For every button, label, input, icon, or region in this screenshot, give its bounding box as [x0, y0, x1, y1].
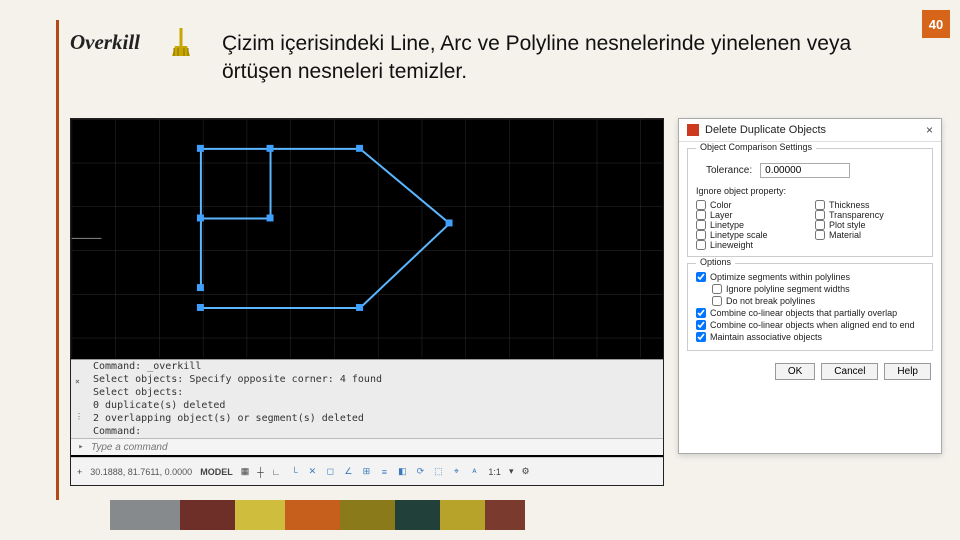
section-legend: Options	[696, 257, 735, 267]
chk-linetype[interactable]: Linetype	[696, 220, 805, 230]
status-bar: + 30.1888, 81.7611, 0.0000 MODEL ▦ ┼ ∟ └…	[71, 457, 663, 485]
polar-icon[interactable]: ✕	[306, 466, 318, 478]
dialog-title: Delete Duplicate Objects	[705, 124, 826, 136]
page-number-badge: 40	[922, 10, 950, 38]
chk-plotstyle[interactable]: Plot style	[815, 220, 924, 230]
cycle-icon[interactable]: ⟳	[414, 466, 426, 478]
cmd-line: Command: _overkill	[87, 360, 663, 373]
command-input[interactable]	[91, 442, 659, 453]
options-section: Options Optimize segments within polylin…	[687, 263, 933, 351]
option-ignore-polyline-segment-[interactable]: Ignore polyline segment widths	[712, 284, 924, 294]
title-row: Overkill Çizim içerisindeki Line, Arc ve…	[70, 30, 900, 87]
strip-swatch	[235, 500, 285, 530]
close-icon[interactable]: ×	[75, 377, 85, 386]
ignore-grid: Color Layer Linetype Linetype scale Line…	[696, 200, 924, 250]
tolerance-input[interactable]	[760, 163, 850, 178]
cmd-line: Command:	[87, 425, 663, 438]
color-strip	[110, 500, 525, 530]
scale-indicator[interactable]: 1:1	[488, 467, 501, 477]
section-legend: Object Comparison Settings	[696, 142, 816, 152]
option-maintain-associative-obj[interactable]: Maintain associative objects	[696, 332, 924, 342]
accent-vertical-line	[56, 20, 59, 500]
space-indicator[interactable]: MODEL	[200, 467, 233, 477]
dialog-titlebar[interactable]: Delete Duplicate Objects ×	[679, 119, 941, 142]
help-button[interactable]: Help	[884, 363, 931, 380]
cmd-line: 2 overlapping object(s) or segment(s) de…	[87, 412, 663, 425]
annotation-icon[interactable]: ᴬ	[468, 466, 480, 478]
command-chevron-icon: ▸	[75, 441, 87, 453]
dialog-buttons: OK Cancel Help	[679, 357, 941, 386]
cmd-line: Select objects: Specify opposite corner:…	[87, 373, 663, 386]
tolerance-label: Tolerance:	[706, 165, 752, 176]
command-input-row[interactable]: ▸	[71, 438, 663, 455]
chk-material[interactable]: Material	[815, 230, 924, 240]
strip-swatch	[395, 500, 440, 530]
close-icon[interactable]: ×	[926, 123, 933, 137]
delete-duplicates-dialog: Delete Duplicate Objects × Object Compar…	[678, 118, 942, 454]
chk-lineweight[interactable]: Lineweight	[696, 240, 805, 250]
3d-icon[interactable]: ⬚	[432, 466, 444, 478]
transparency-icon[interactable]: ◧	[396, 466, 408, 478]
cmd-line: 0 duplicate(s) deleted	[87, 399, 663, 412]
cmd-line: Select objects:	[87, 386, 663, 399]
grid-toggle-icon[interactable]: ▦	[241, 466, 250, 477]
chk-color[interactable]: Color	[696, 200, 805, 210]
chk-transparency[interactable]: Transparency	[815, 210, 924, 220]
strip-swatch	[180, 500, 235, 530]
snap-toggle-icon[interactable]: ∟	[272, 467, 281, 477]
comparison-section: Object Comparison Settings Tolerance: Ig…	[687, 148, 933, 257]
layout-tab-plus[interactable]: +	[77, 467, 82, 477]
lock-icon[interactable]: ⌖	[450, 466, 462, 478]
osnap-icon[interactable]: ◻	[324, 466, 336, 478]
strip-swatch	[340, 500, 395, 530]
option-do-not-break-polylines[interactable]: Do not break polylines	[712, 296, 924, 306]
chk-layer[interactable]: Layer	[696, 210, 805, 220]
cancel-button[interactable]: Cancel	[821, 363, 878, 380]
chk-thickness[interactable]: Thickness	[815, 200, 924, 210]
status-icons: └ ✕ ◻ ∠ ⊞ ≡ ◧ ⟳ ⬚ ⌖ ᴬ	[288, 466, 480, 478]
ignore-label: Ignore object property:	[696, 186, 924, 196]
command-panel-gutter: × ⋮	[75, 364, 85, 434]
option-optimize-segments-within[interactable]: Optimize segments within polylines	[696, 272, 924, 282]
cad-viewport[interactable]: × ⋮ Command: _overkill Select objects: S…	[70, 118, 664, 486]
strip-swatch	[485, 500, 525, 530]
strip-swatch	[285, 500, 340, 530]
strip-swatch	[440, 500, 485, 530]
command-title: Overkill	[70, 30, 140, 55]
ok-button[interactable]: OK	[775, 363, 815, 380]
overkill-icon	[170, 26, 192, 61]
option-combine-co-linear-object[interactable]: Combine co-linear objects that partially…	[696, 308, 924, 318]
command-log-panel: × ⋮ Command: _overkill Select objects: S…	[71, 359, 663, 455]
ortho-icon[interactable]: └	[288, 466, 300, 478]
otrack-icon[interactable]: ∠	[342, 466, 354, 478]
lineweight-icon[interactable]: ≡	[378, 466, 390, 478]
app-icon	[687, 124, 699, 136]
chk-ltscale[interactable]: Linetype scale	[696, 230, 805, 240]
gear-icon[interactable]: ⚙	[521, 466, 529, 477]
strip-swatch	[110, 500, 180, 530]
cursor-coords: 30.1888, 81.7611, 0.0000	[90, 467, 192, 477]
handle-icon[interactable]: ⋮	[75, 412, 85, 421]
option-combine-co-linear-object[interactable]: Combine co-linear objects when aligned e…	[696, 320, 924, 330]
command-description: Çizim içerisindeki Line, Arc ve Polyline…	[222, 30, 862, 87]
dyn-icon[interactable]: ⊞	[360, 466, 372, 478]
